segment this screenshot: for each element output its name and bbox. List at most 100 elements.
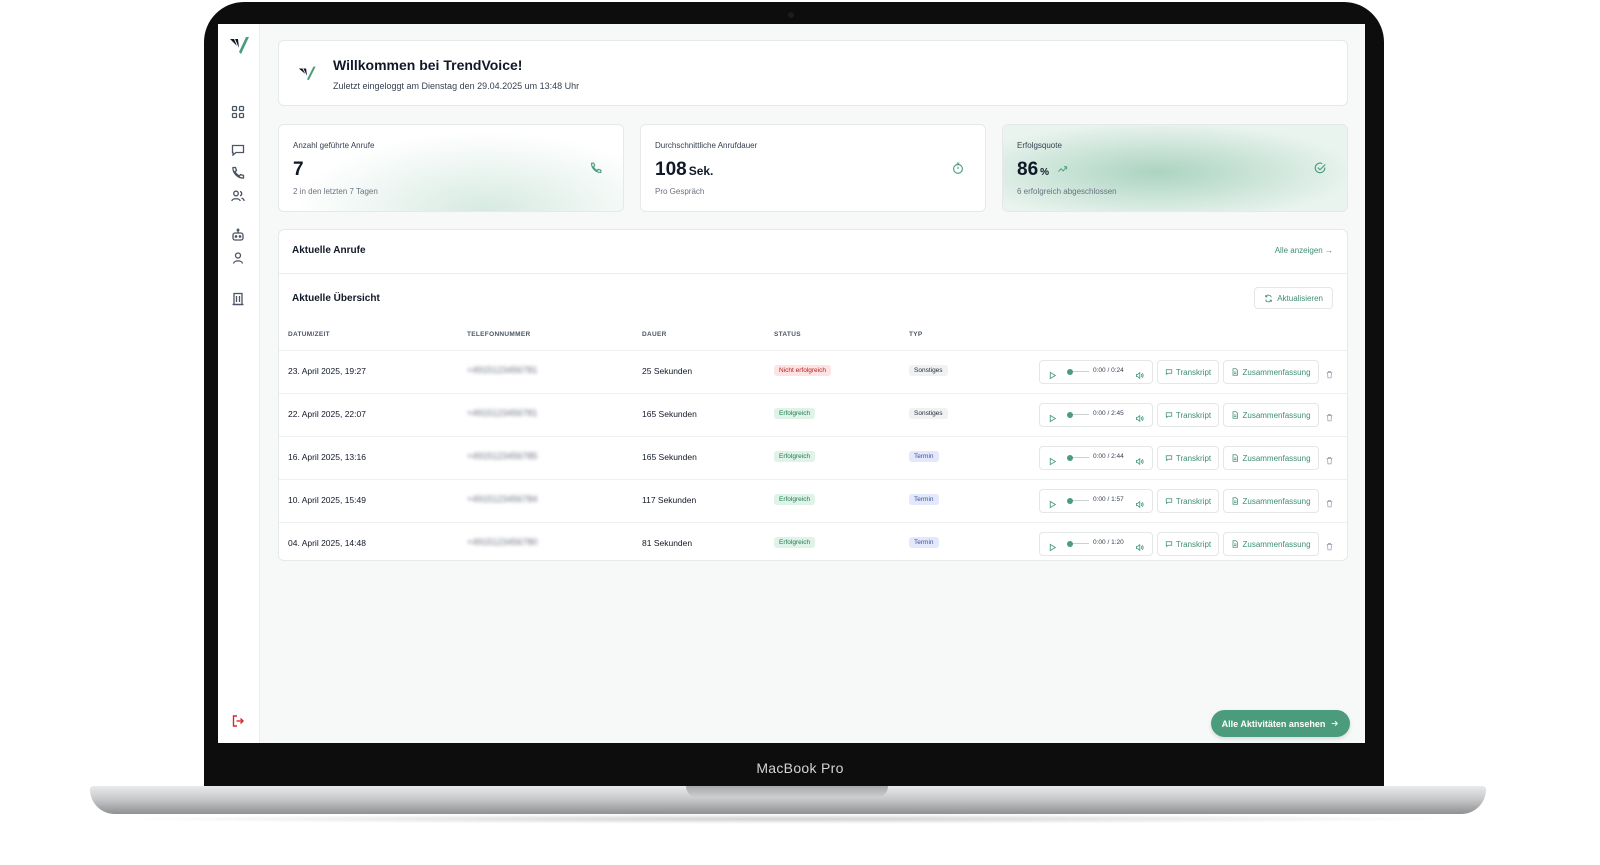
transcript-button[interactable]: Transkript: [1157, 360, 1219, 384]
column-header-date: DATUM/ZEIT: [288, 331, 330, 338]
call-duration: 165 Sekunden: [642, 409, 697, 419]
play-icon[interactable]: [1048, 410, 1057, 423]
building-icon[interactable]: [230, 291, 246, 307]
call-date: 04. April 2025, 14:48: [288, 538, 366, 548]
play-icon[interactable]: [1048, 453, 1057, 466]
progress-handle[interactable]: [1067, 455, 1073, 461]
volume-icon[interactable]: [1135, 367, 1144, 380]
playback-time: 0:00 / 2:45: [1093, 410, 1124, 417]
refresh-icon: [1265, 294, 1272, 302]
progress-track[interactable]: [1073, 543, 1089, 544]
summary-button[interactable]: Zusammenfassung: [1223, 446, 1319, 470]
table-row: 16. April 2025, 13:16 +4915123456785 165 S…: [279, 436, 1347, 480]
laptop-shadow: [110, 814, 1466, 824]
message-icon[interactable]: [230, 142, 246, 158]
progress-track[interactable]: [1073, 414, 1089, 415]
delete-icon[interactable]: [1325, 409, 1334, 422]
playback-time: 0:00 / 1:57: [1093, 496, 1124, 503]
audio-player[interactable]: 0:00 / 0:24: [1039, 360, 1153, 384]
stat-card-duration: Durchschnittliche Anrufdauer 108 Sek. Pro…: [640, 124, 986, 212]
summary-button[interactable]: Zusammenfassung: [1223, 532, 1319, 556]
last-login-text: Zuletzt eingeloggt am Dienstag den 29.04…: [333, 81, 580, 91]
progress-handle[interactable]: [1067, 369, 1073, 375]
delete-icon[interactable]: [1325, 538, 1334, 551]
refresh-button[interactable]: Aktualisieren: [1254, 287, 1333, 309]
progress-handle[interactable]: [1067, 412, 1073, 418]
audio-player[interactable]: 0:00 / 2:45: [1039, 403, 1153, 427]
stat-value: 86%: [1017, 159, 1068, 181]
progress-track[interactable]: [1073, 457, 1089, 458]
transcript-button[interactable]: Transkript: [1157, 403, 1219, 427]
users-icon[interactable]: [230, 188, 246, 204]
transcript-button[interactable]: Transkript: [1157, 446, 1219, 470]
play-icon[interactable]: [1048, 367, 1057, 380]
table-row: 23. April 2025, 19:27 +4915123456781 25 Se…: [279, 350, 1347, 394]
view-all-activities-button[interactable]: Alle Aktivitäten ansehen: [1211, 710, 1350, 737]
summary-button[interactable]: Zusammenfassung: [1223, 360, 1319, 384]
play-icon[interactable]: [1048, 539, 1057, 552]
message-icon: [1165, 412, 1172, 419]
audio-player[interactable]: 0:00 / 2:44: [1039, 446, 1153, 470]
audio-player[interactable]: 0:00 / 1:57: [1039, 489, 1153, 513]
message-icon: [1165, 541, 1172, 548]
phone-icon[interactable]: [230, 165, 246, 181]
type-badge: Termin: [909, 494, 939, 505]
trendvoice-logo[interactable]: [228, 34, 250, 56]
volume-icon[interactable]: [1135, 496, 1144, 509]
grid-icon[interactable]: [230, 104, 246, 120]
delete-icon[interactable]: [1325, 495, 1334, 508]
delete-icon[interactable]: [1325, 452, 1334, 465]
view-all-link[interactable]: Alle anzeigen →: [1275, 246, 1333, 255]
volume-icon[interactable]: [1135, 539, 1144, 552]
trendvoice-logo: [298, 66, 316, 81]
stat-unit: Sek.: [688, 164, 714, 178]
recent-calls-title: Aktuelle Anrufe: [292, 245, 366, 256]
transcript-button[interactable]: Transkript: [1157, 489, 1219, 513]
progress-track[interactable]: [1073, 500, 1089, 501]
stat-label: Durchschnittliche Anrufdauer: [655, 141, 758, 150]
document-icon: [1233, 368, 1239, 376]
volume-icon[interactable]: [1135, 410, 1144, 423]
stat-value: 7: [293, 159, 304, 180]
stat-unit: %: [1040, 167, 1050, 178]
playback-time: 0:00 / 1:20: [1093, 539, 1124, 546]
column-header-phone: TELEFONNUMMER: [467, 331, 531, 338]
call-date: 23. April 2025, 19:27: [288, 366, 366, 376]
arrow-right-icon: →: [1325, 246, 1333, 255]
column-header-type: TYP: [909, 331, 923, 338]
type-badge: Sonstiges: [909, 365, 948, 376]
laptop-notch: [686, 786, 888, 798]
progress-track[interactable]: [1073, 371, 1089, 372]
volume-icon[interactable]: [1135, 453, 1144, 466]
sidebar: [218, 24, 260, 743]
bot-icon[interactable]: [230, 227, 246, 243]
call-date: 10. April 2025, 15:49: [288, 495, 366, 505]
stat-note: 2 in den letzten 7 Tagen: [293, 187, 378, 196]
camera: [788, 12, 794, 18]
stat-card-calls: Anzahl geführte Anrufe 7 2 in den letzte…: [278, 124, 624, 212]
call-duration: 165 Sekunden: [642, 452, 697, 462]
message-icon: [1165, 455, 1172, 462]
audio-player[interactable]: 0:00 / 1:20: [1039, 532, 1153, 556]
progress-handle[interactable]: [1067, 541, 1073, 547]
welcome-card: Willkommen bei TrendVoice! Zuletzt einge…: [278, 40, 1348, 106]
logout-icon[interactable]: [230, 713, 246, 729]
progress-handle[interactable]: [1067, 498, 1073, 504]
summary-button[interactable]: Zusammenfassung: [1223, 489, 1319, 513]
type-badge: Sonstiges: [909, 408, 948, 419]
phone-icon: [589, 161, 603, 175]
stat-note: Pro Gespräch: [655, 187, 705, 196]
delete-icon[interactable]: [1325, 366, 1334, 379]
user-icon[interactable]: [230, 250, 246, 266]
status-badge: Erfolgreich: [774, 451, 816, 462]
recent-calls-card: Aktuelle Anrufe Alle anzeigen → Aktuelle…: [278, 229, 1348, 561]
status-badge: Erfolgreich: [774, 408, 816, 419]
transcript-button[interactable]: Transkript: [1157, 532, 1219, 556]
column-header-duration: DAUER: [642, 331, 667, 338]
call-duration: 117 Sekunden: [642, 495, 697, 505]
divider: [279, 273, 1347, 274]
play-icon[interactable]: [1048, 496, 1057, 509]
playback-time: 0:00 / 0:24: [1093, 367, 1124, 374]
summary-button[interactable]: Zusammenfassung: [1223, 403, 1319, 427]
call-duration: 25 Sekunden: [642, 366, 693, 376]
